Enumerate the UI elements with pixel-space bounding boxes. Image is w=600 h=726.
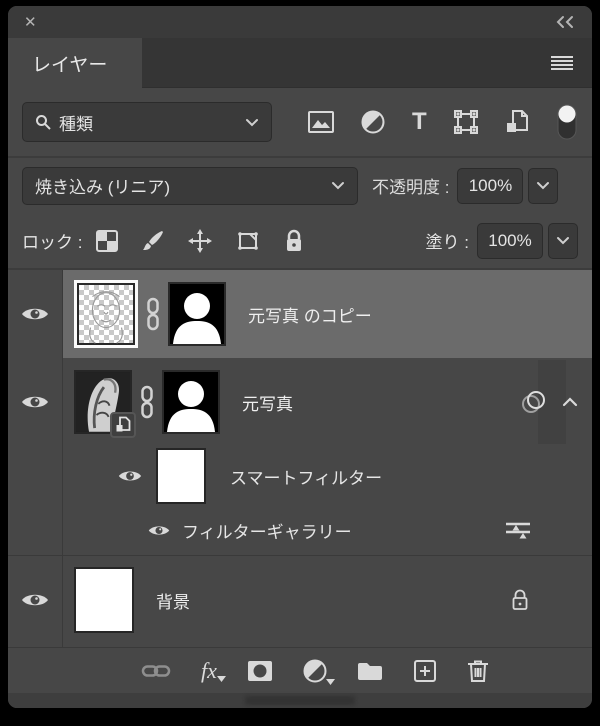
bottom-toolbar: fx [8, 647, 592, 693]
visibility-eye-icon[interactable] [8, 591, 62, 609]
collapse-smart-filters-icon[interactable] [562, 397, 578, 407]
layer-thumbnail[interactable] [74, 567, 134, 633]
layer-mask-link-icon[interactable] [145, 297, 161, 331]
filter-gallery-label[interactable]: フィルターギャラリー [182, 518, 352, 543]
lock-label: ロック : [22, 233, 83, 252]
layer-row-copy[interactable]: 元写真 のコピー [8, 270, 592, 358]
lock-row: ロック : 塗り: 100% [8, 213, 592, 268]
opacity-input[interactable]: 100% [457, 167, 524, 204]
smart-object-badge-icon [110, 412, 136, 438]
visibility-eye-icon[interactable] [8, 393, 62, 411]
panel-titlebar: ✕ [8, 6, 592, 38]
filter-gallery-row[interactable]: フィルターギャラリー [8, 506, 592, 556]
link-layers-icon[interactable] [141, 662, 171, 680]
blend-mode-row: 焼き込み (リニア) 不透明度 : 100% [8, 158, 592, 213]
lock-all-icon[interactable] [284, 229, 304, 253]
filter-pixel-layers-icon[interactable] [308, 111, 334, 133]
tab-layers[interactable]: レイヤー [8, 38, 142, 88]
lock-transparency-icon[interactable] [96, 229, 119, 252]
add-layer-mask-icon[interactable] [247, 660, 273, 682]
fx-label: fx [201, 657, 217, 683]
lock-artboard-icon[interactable] [236, 230, 260, 252]
layer-name[interactable]: 元写真 のコピー [248, 302, 372, 327]
blend-mode-select[interactable]: 焼き込み (リニア) [22, 166, 358, 205]
lock-image-pixels-icon[interactable] [142, 230, 164, 252]
filter-kind-value: 種類 [59, 114, 93, 134]
dropdown-triangle-icon [325, 678, 335, 685]
background-lock-icon[interactable] [510, 588, 530, 612]
layers-empty-space[interactable] [8, 644, 592, 647]
add-adjustment-layer-icon[interactable] [303, 659, 335, 685]
visibility-eye-icon[interactable] [8, 305, 62, 323]
visibility-eye-icon[interactable] [148, 523, 170, 538]
opacity-dropdown-button[interactable] [528, 167, 559, 204]
smart-filters-label: スマートフィルター [230, 468, 383, 488]
dropdown-triangle-icon [216, 675, 226, 682]
layer-thumbnail[interactable] [74, 280, 138, 348]
layers-list: 元写真 のコピー 元写真 スマートフィルター フィルターギャラリー 背景 [8, 270, 592, 647]
filter-row: 種類 T [8, 88, 592, 156]
fill-label: 塗り : [425, 233, 469, 252]
layer-thumbnail[interactable] [74, 370, 136, 438]
chevron-down-icon [331, 181, 345, 190]
new-layer-icon[interactable] [413, 659, 437, 683]
filter-adjustment-layers-icon[interactable] [361, 110, 385, 134]
tab-layers-label: レイヤー [32, 54, 108, 76]
opacity-value: 100% [468, 175, 513, 195]
filter-smart-object-layers-icon[interactable] [505, 109, 529, 135]
visibility-eye-icon[interactable] [118, 468, 142, 484]
fill-value: 100% [488, 230, 532, 250]
layers-panel: ✕ レイヤー 種類 T 焼き込み (リニア) 不透明度: 100% ロック:… [8, 6, 592, 708]
filter-shape-layers-icon[interactable] [453, 110, 478, 134]
tab-strip: レイヤー [8, 38, 592, 88]
search-icon [35, 114, 51, 130]
panel-menu-icon[interactable] [550, 55, 574, 71]
layer-name[interactable]: 背景 [156, 588, 190, 613]
layer-filtering-toggle[interactable] [556, 103, 578, 141]
fill-dropdown-button[interactable] [548, 222, 578, 259]
delete-layer-trash-icon[interactable] [467, 659, 489, 683]
faint-smudge [245, 696, 355, 705]
new-group-folder-icon[interactable] [357, 661, 383, 681]
filter-type-layers-icon[interactable]: T [412, 110, 427, 134]
layer-mask-link-icon[interactable] [139, 385, 155, 419]
layer-name[interactable]: 元写真 [242, 390, 293, 415]
lock-position-icon[interactable] [188, 228, 213, 253]
filter-blending-options-icon[interactable] [504, 520, 532, 542]
filter-type-icons: T [308, 109, 529, 135]
layer-mask-thumbnail[interactable] [168, 282, 226, 346]
collapse-panel-icon[interactable] [554, 15, 576, 29]
blend-mode-value: 焼き込み (リニア) [35, 178, 171, 197]
chevron-down-icon [245, 118, 259, 127]
layer-row-original[interactable]: 元写真 [8, 358, 592, 446]
layer-style-fx-button[interactable]: fx [201, 657, 226, 684]
layer-row-background[interactable]: 背景 [8, 556, 592, 644]
smart-filters-row[interactable]: スマートフィルター [8, 446, 592, 506]
smart-filter-mask-thumbnail[interactable] [156, 448, 206, 504]
layer-mask-thumbnail[interactable] [162, 370, 220, 434]
fill-input[interactable]: 100% [477, 222, 543, 259]
opacity-label: 不透明度 : [372, 178, 450, 197]
filter-kind-select[interactable]: 種類 [22, 102, 272, 142]
panel-footer-strip [8, 693, 592, 708]
smart-filter-indicator-icon[interactable] [520, 389, 548, 415]
lock-buttons [96, 228, 304, 253]
close-icon[interactable]: ✕ [24, 13, 37, 31]
